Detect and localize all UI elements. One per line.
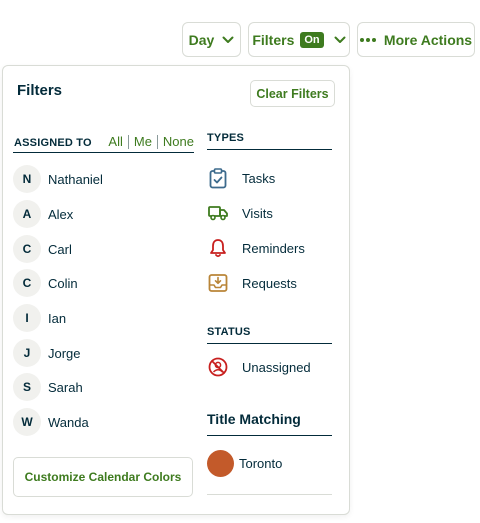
- avatar: W: [13, 408, 41, 436]
- person-name: Sarah: [48, 379, 83, 395]
- clipboard-check-icon: [207, 167, 229, 189]
- assigned-to-header: ASSIGNED TO All Me None: [13, 133, 194, 153]
- avatar: N: [13, 165, 41, 193]
- types-heading: TYPES: [207, 130, 332, 150]
- assigned-quick-links: All Me None: [108, 134, 194, 149]
- inbox-download-icon: [207, 272, 229, 294]
- more-actions-button[interactable]: More Actions: [357, 22, 475, 57]
- person-item-carl[interactable]: C Carl: [13, 234, 193, 264]
- more-actions-label: More Actions: [383, 31, 473, 48]
- day-view-dropdown[interactable]: Day: [182, 22, 241, 57]
- status-item-unassigned[interactable]: Unassigned: [207, 354, 332, 380]
- type-item-tasks[interactable]: Tasks: [207, 165, 332, 191]
- color-swatch: [207, 449, 234, 477]
- person-name: Wanda: [48, 414, 89, 430]
- person-name: Alex: [48, 206, 74, 222]
- person-item-ian[interactable]: I Ian: [13, 303, 193, 333]
- filters-button[interactable]: Filters On: [248, 22, 350, 57]
- user-slash-icon: [207, 356, 229, 378]
- avatar: J: [13, 339, 41, 367]
- person-name: Ian: [48, 310, 67, 326]
- filters-on-badge: On: [300, 31, 324, 48]
- person-item-nathaniel[interactable]: N Nathaniel: [13, 164, 193, 194]
- type-item-visits[interactable]: Visits: [207, 200, 332, 226]
- person-name: Colin: [48, 275, 78, 291]
- title-match-item-toronto[interactable]: Toronto: [207, 448, 332, 478]
- avatar: C: [13, 235, 41, 263]
- type-label: Tasks: [242, 170, 276, 186]
- avatar: C: [13, 269, 41, 297]
- avatar: I: [13, 304, 41, 332]
- status-label: Unassigned: [242, 359, 311, 375]
- title-match-label: Toronto: [239, 455, 283, 471]
- truck-icon: [207, 202, 229, 224]
- title-matching-heading: Title Matching: [207, 411, 332, 436]
- more-dots-icon: [359, 37, 376, 42]
- type-item-reminders[interactable]: Reminders: [207, 235, 332, 261]
- chevron-down-icon: [222, 36, 234, 43]
- person-name: Carl: [48, 241, 72, 257]
- avatar: S: [13, 373, 41, 401]
- person-item-colin[interactable]: C Colin: [13, 268, 193, 298]
- assign-none-link[interactable]: None: [163, 134, 194, 149]
- type-item-requests[interactable]: Requests: [207, 270, 332, 296]
- person-item-jorge[interactable]: J Jorge: [13, 338, 193, 368]
- person-name: Jorge: [48, 345, 81, 361]
- assigned-to-heading: ASSIGNED TO: [14, 137, 92, 149]
- filters-panel: Filters Clear Filters ASSIGNED TO All Me…: [2, 65, 350, 515]
- customize-calendar-colors-button[interactable]: Customize Calendar Colors: [13, 457, 193, 497]
- type-label: Requests: [242, 275, 297, 291]
- type-label: Reminders: [242, 240, 305, 256]
- divider: [207, 494, 332, 495]
- panel-title: Filters: [17, 82, 63, 99]
- divider: [127, 134, 129, 149]
- person-item-sarah[interactable]: S Sarah: [13, 372, 193, 402]
- type-label: Visits: [242, 205, 273, 221]
- assign-me-link[interactable]: Me: [134, 134, 152, 149]
- avatar: A: [13, 200, 41, 228]
- person-name: Nathaniel: [48, 171, 103, 187]
- filters-button-label: Filters: [252, 31, 295, 48]
- clear-filters-button[interactable]: Clear Filters: [250, 80, 335, 107]
- person-item-wanda[interactable]: W Wanda: [13, 407, 193, 437]
- divider: [156, 134, 158, 149]
- person-item-alex[interactable]: A Alex: [13, 199, 193, 229]
- chevron-down-icon: [334, 36, 346, 43]
- day-view-label: Day: [188, 31, 215, 48]
- status-heading: STATUS: [207, 324, 332, 344]
- bell-icon: [207, 237, 229, 259]
- assign-all-link[interactable]: All: [108, 134, 122, 149]
